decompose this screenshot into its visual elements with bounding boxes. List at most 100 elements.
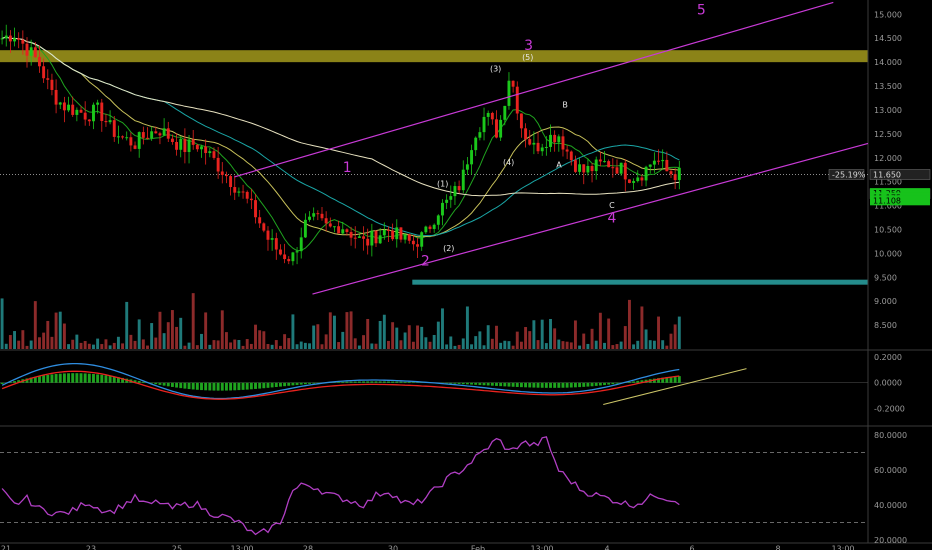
candle-up: [586, 166, 590, 173]
candle-up: [436, 215, 440, 225]
volume-bar: [224, 332, 228, 349]
candle-down: [565, 149, 569, 152]
volume-bar: [557, 339, 561, 349]
volume-bar: [461, 338, 465, 349]
macd-histogram-bar: [258, 382, 262, 389]
macd-histogram-bar: [216, 382, 220, 391]
volume-bar: [337, 342, 341, 349]
volume-bar: [474, 336, 478, 349]
macd-histogram-bar: [13, 381, 16, 383]
volume-bar: [465, 306, 469, 349]
candle-down: [598, 159, 602, 162]
macd-histogram-bar: [611, 382, 615, 385]
candle-up: [13, 38, 16, 42]
candle-down: [42, 66, 46, 79]
volume-bar: [370, 343, 374, 349]
macd-histogram-bar: [308, 382, 311, 384]
macd-histogram-bar: [362, 381, 365, 383]
price-tick-label: 14.500: [874, 34, 902, 43]
macd-histogram-bar: [283, 382, 287, 387]
macd-histogram-bar: [353, 381, 357, 383]
macd-histogram-bar: [291, 382, 295, 386]
macd-histogram-bar: [166, 382, 170, 387]
volume-bar: [490, 338, 494, 349]
macd-histogram-bar: [274, 382, 278, 388]
macd-histogram-bar: [465, 382, 469, 385]
candle-up: [108, 120, 112, 123]
candle-up: [420, 232, 424, 247]
macd-histogram-bar: [299, 382, 303, 385]
macd-histogram-bar: [578, 382, 582, 388]
candle-down: [245, 191, 249, 199]
candle-down: [669, 171, 673, 175]
macd-histogram-bar: [499, 382, 503, 387]
wave-label: (2): [443, 244, 454, 253]
macd-histogram-bar: [337, 382, 341, 383]
volume-bar: [553, 328, 557, 349]
volume-bar: [573, 320, 577, 349]
volume-bar: [121, 343, 125, 349]
candle-up: [424, 226, 428, 233]
candle-up: [150, 131, 154, 139]
volume-bar: [395, 327, 399, 349]
candle-up: [445, 199, 449, 203]
candle-up: [378, 235, 382, 244]
macd-histogram-bar: [561, 382, 565, 388]
candle-down: [407, 234, 411, 241]
candle-down: [87, 119, 91, 122]
candle-up: [116, 136, 120, 138]
candle-down: [519, 113, 523, 129]
rsi-tick-label: 20.0000: [874, 536, 907, 545]
candle-up: [465, 164, 469, 170]
candle-down: [46, 78, 50, 80]
candle-down: [391, 230, 395, 240]
candle-down: [25, 43, 29, 56]
macd-histogram-bar: [245, 382, 249, 390]
volume-bar: [137, 319, 141, 349]
macd-tick-label: 0.2000: [874, 353, 902, 362]
volume-bar: [303, 342, 307, 349]
candle-down: [241, 191, 245, 193]
candle-up: [4, 35, 8, 39]
volume-bar: [4, 343, 8, 349]
candle-up: [677, 167, 681, 181]
rsi-tick-label: 80.0000: [874, 431, 907, 440]
candle-down: [316, 213, 320, 215]
macd-histogram-bar: [586, 382, 590, 387]
wave-label: 2: [421, 253, 430, 269]
time-tick-label: 21: [1, 545, 11, 550]
candle-up: [540, 147, 544, 152]
volume-bar: [92, 344, 95, 349]
candle-up: [644, 166, 648, 181]
rsi-tick-label: 60.0000: [874, 466, 907, 475]
volume-bar: [648, 340, 652, 349]
volume-bar: [71, 339, 75, 349]
macd-histogram-bar: [474, 382, 478, 385]
candle-down: [665, 159, 669, 172]
candle-up: [303, 219, 307, 238]
price-tag-label: 11.650: [873, 171, 901, 180]
wave-label: (3): [490, 65, 501, 74]
rsi-tick-label: 40.0000: [874, 501, 907, 510]
macd-histogram-bar: [536, 382, 540, 388]
candle-up: [482, 116, 486, 133]
macd-histogram-bar: [495, 382, 498, 386]
candle-down: [528, 139, 532, 145]
candle-up: [162, 128, 166, 136]
candle-up: [557, 136, 561, 143]
candle-down: [416, 244, 420, 247]
macd-histogram-bar: [204, 382, 208, 391]
volume-bar: [657, 316, 660, 349]
macd-histogram-bar: [191, 382, 195, 390]
volume-bar: [46, 320, 50, 349]
macd-histogram-bar: [590, 382, 594, 387]
candle-down: [100, 102, 104, 121]
volume-bar: [116, 336, 120, 349]
candle-up: [636, 177, 640, 182]
volume-bar: [549, 318, 552, 349]
candle-down: [266, 230, 270, 240]
volume-bar: [324, 334, 328, 349]
volume-bar: [299, 341, 303, 349]
candle-down: [38, 57, 41, 67]
macd-histogram-bar: [212, 382, 216, 391]
